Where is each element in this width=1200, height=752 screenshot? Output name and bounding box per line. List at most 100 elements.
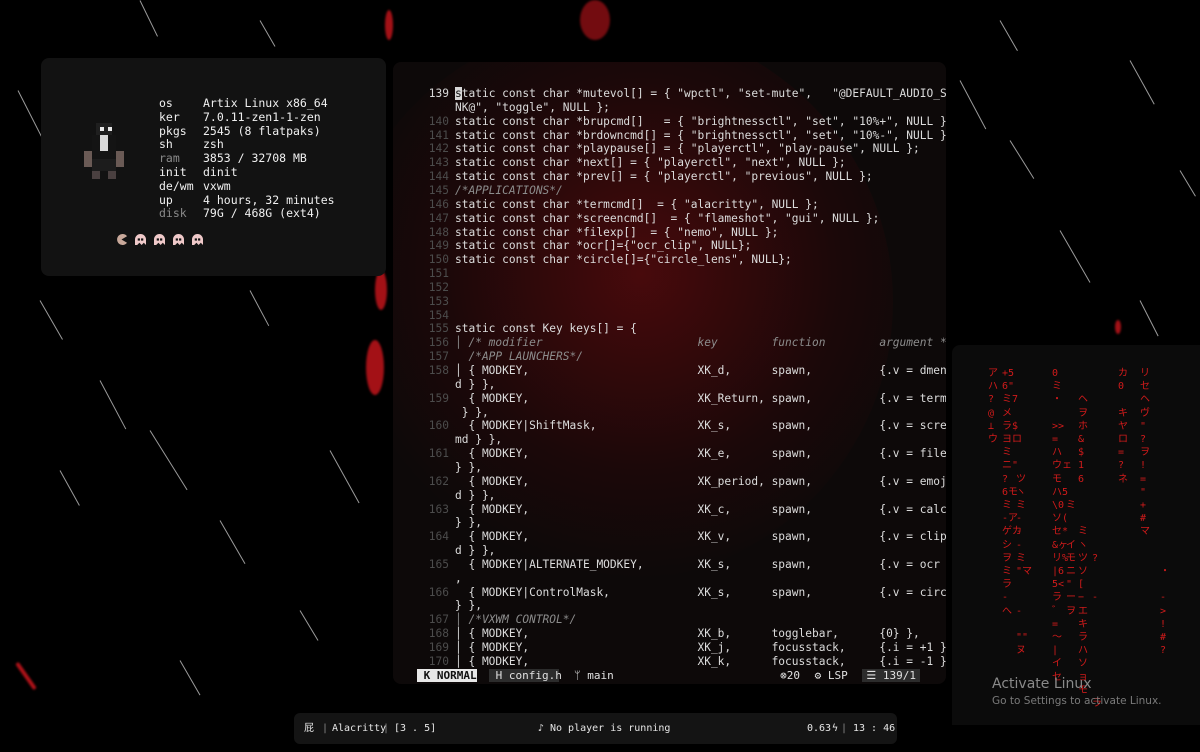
- ghost-icon: [173, 234, 184, 245]
- code-text: static const char *prev[] = { "playerctl…: [455, 170, 873, 184]
- matrix-column: ・ - > ! # ?: [1160, 566, 1170, 657]
- fetch-value: zsh: [203, 137, 224, 152]
- matrix-column: ヘ ヲ ホ & $ 1 6 ミ ヽ ツ ソ [ − エ キ ラ ハ ソ ョ モ: [1078, 394, 1088, 696]
- code-text: } },: [455, 599, 482, 613]
- fetch-key: ram: [159, 151, 180, 166]
- fetch-value: 2545 (8 flatpaks): [203, 123, 321, 138]
- fetch-row: disk 79G / 468G (ext4): [159, 206, 321, 220]
- line-number: 147: [428, 211, 449, 225]
- line-number: 140: [428, 114, 449, 128]
- fetch-key: de/wm: [159, 178, 194, 193]
- line-number: 141: [428, 128, 449, 142]
- fetch-value: 7.0.11-zen1-1-zen: [203, 109, 321, 124]
- line-number: 161: [428, 447, 449, 461]
- line-number: 159: [428, 391, 449, 405]
- tag-indicator[interactable]: 屁: [304, 722, 314, 735]
- editor-window[interactable]: 139 static const char *mutevol[] = { "wpc…: [393, 62, 946, 684]
- matrix-column: ア ハ ? @ ⊥ ウ: [988, 368, 998, 446]
- line-number: 156: [428, 336, 449, 350]
- cursor-position: ☰ 139/1: [862, 669, 920, 682]
- code-text: static const char *mutevol[] = { "wpctl"…: [455, 87, 946, 100]
- code-text: { MODKEY|ShiftMask, XK_s, spawn, {.v = s…: [455, 419, 946, 433]
- line-number: 144: [428, 170, 449, 184]
- line-number: 154: [428, 308, 449, 322]
- player-status: No player is running: [550, 723, 671, 734]
- code-text: { MODKEY|ALTERNATE_MODKEY, XK_s, spawn, …: [455, 557, 946, 571]
- line-number: 160: [428, 419, 449, 433]
- bar-separator: |: [322, 723, 329, 734]
- line-number: 163: [428, 502, 449, 516]
- code-text: static const char *circle[]={"circle_len…: [455, 253, 792, 267]
- layout-indicator[interactable]: [3 . 5]: [394, 722, 436, 735]
- pacman-icon: [117, 234, 127, 245]
- filename: config.h: [508, 669, 562, 682]
- fetch-value: dinit: [203, 165, 238, 179]
- bar-separator: |: [841, 723, 848, 734]
- ghost-icon: [135, 234, 146, 245]
- line-number: 165: [428, 557, 449, 571]
- file-icon: H: [489, 669, 509, 682]
- code-text: static const char *filexp[] = { "nemo", …: [455, 225, 779, 239]
- code-text: │ { MODKEY, XK_j, focusstack, {.i = +1 }…: [455, 641, 946, 654]
- avatar: [84, 123, 124, 179]
- error-icon: ⊗: [780, 669, 787, 682]
- code-text: md } },: [455, 433, 503, 447]
- matrix-column: +5 6" ミ7 メ ラ$ ヨロ ミ ニ" ? 6モ ミ -ア ゲカ シ ヲ ミ…: [1002, 368, 1022, 617]
- line-number: 150: [428, 253, 449, 267]
- fetch-row: up 4 hours, 32 minutes: [159, 193, 335, 207]
- code-text: static const char *playpause[] = { "play…: [455, 142, 920, 156]
- filename-segment: H config.h: [489, 669, 562, 682]
- lsp-label: LSP: [827, 669, 848, 682]
- matrix-column: ツ ヽ ミ - - - ミ "マ - "" ヌ: [1016, 473, 1033, 657]
- code-text: NK@", "toggle", NULL };: [455, 100, 610, 114]
- line-number: 164: [428, 530, 449, 544]
- code-text: { MODKEY, XK_c, spawn, {.v = calcmd: [455, 502, 946, 516]
- branch-name: main: [587, 669, 614, 682]
- diagnostics: ⊗20: [780, 669, 800, 682]
- mode-indicator: K NORMAL: [417, 669, 477, 682]
- load-average: 0.63: [807, 723, 832, 734]
- line-number: 153: [428, 294, 449, 308]
- text-cursor: s: [455, 87, 462, 100]
- code-text: static const char *ocr[]={"ocr_clip", NU…: [455, 239, 752, 253]
- code-text: │ { MODKEY, XK_k, focusstack, {.i = -1 }…: [455, 654, 946, 668]
- line-number: 168: [428, 627, 449, 641]
- fetch-row: init dinit: [159, 165, 238, 179]
- fetch-key: sh: [159, 137, 173, 152]
- position-label: 139/1: [882, 669, 916, 682]
- line-number: 155: [428, 322, 449, 336]
- code-text: static const char *brupcmd[] = { "bright…: [455, 114, 946, 128]
- line-number: 146: [428, 197, 449, 211]
- code-text: } },: [455, 516, 482, 530]
- code-text: /*APPLICATIONS*/: [455, 183, 563, 197]
- matrix-terminal: ア ハ ? @ ⊥ ウ +5 6" ミ7 メ ラ$ ヨロ ミ ニ" ? 6モ ミ …: [952, 345, 1200, 725]
- lines-icon: ☰: [866, 669, 883, 682]
- lsp-status: ⚙ LSP: [815, 669, 848, 682]
- code-text: static const char *termcmd[] = { "alacri…: [455, 197, 819, 211]
- line-number: 167: [428, 613, 449, 627]
- code-text: │ { MODKEY, XK_b, togglebar, {0} },: [455, 627, 920, 641]
- matrix-column: ? - ラ: [1092, 552, 1102, 710]
- music-note-icon: ♪: [538, 723, 545, 734]
- code-text: { MODKEY|ControlMask, XK_s, spawn, {.v =…: [455, 585, 946, 599]
- fetch-key: init: [159, 165, 187, 179]
- line-number: 149: [428, 239, 449, 253]
- code-text: static const char *next[] = { "playerctl…: [455, 156, 846, 170]
- code-text: static const char *brdowncmd[] = { "brig…: [455, 128, 946, 142]
- status-bar: 屁 | Alacritty | [3 . 5] ♪ No player is r…: [294, 713, 897, 744]
- code-text: │ /*VXWM CONTROL*/: [455, 613, 577, 627]
- matrix-column: カ 0 キ ヤ ロ = ? ネ: [1118, 368, 1128, 485]
- fetch-value: 79G / 468G (ext4): [203, 206, 321, 221]
- line-number: 158: [428, 364, 449, 377]
- code-text: static const char *screencmd[] = { "flam…: [455, 211, 880, 225]
- git-branch: ᛘ main: [574, 669, 614, 682]
- code-text: │ /* modifier key function argument */: [455, 336, 946, 350]
- gear-icon: ⚙: [814, 669, 828, 682]
- fetch-key: up: [159, 192, 173, 207]
- line-number: 145: [428, 183, 449, 197]
- fetch-value: Artix Linux x86_64: [203, 96, 328, 110]
- ghost-icon: [154, 234, 165, 245]
- activate-linux-title: Activate Linux: [992, 676, 1092, 692]
- fetch-row: pkgs 2545 (8 flatpaks): [159, 124, 321, 138]
- code-text: } },: [455, 405, 489, 419]
